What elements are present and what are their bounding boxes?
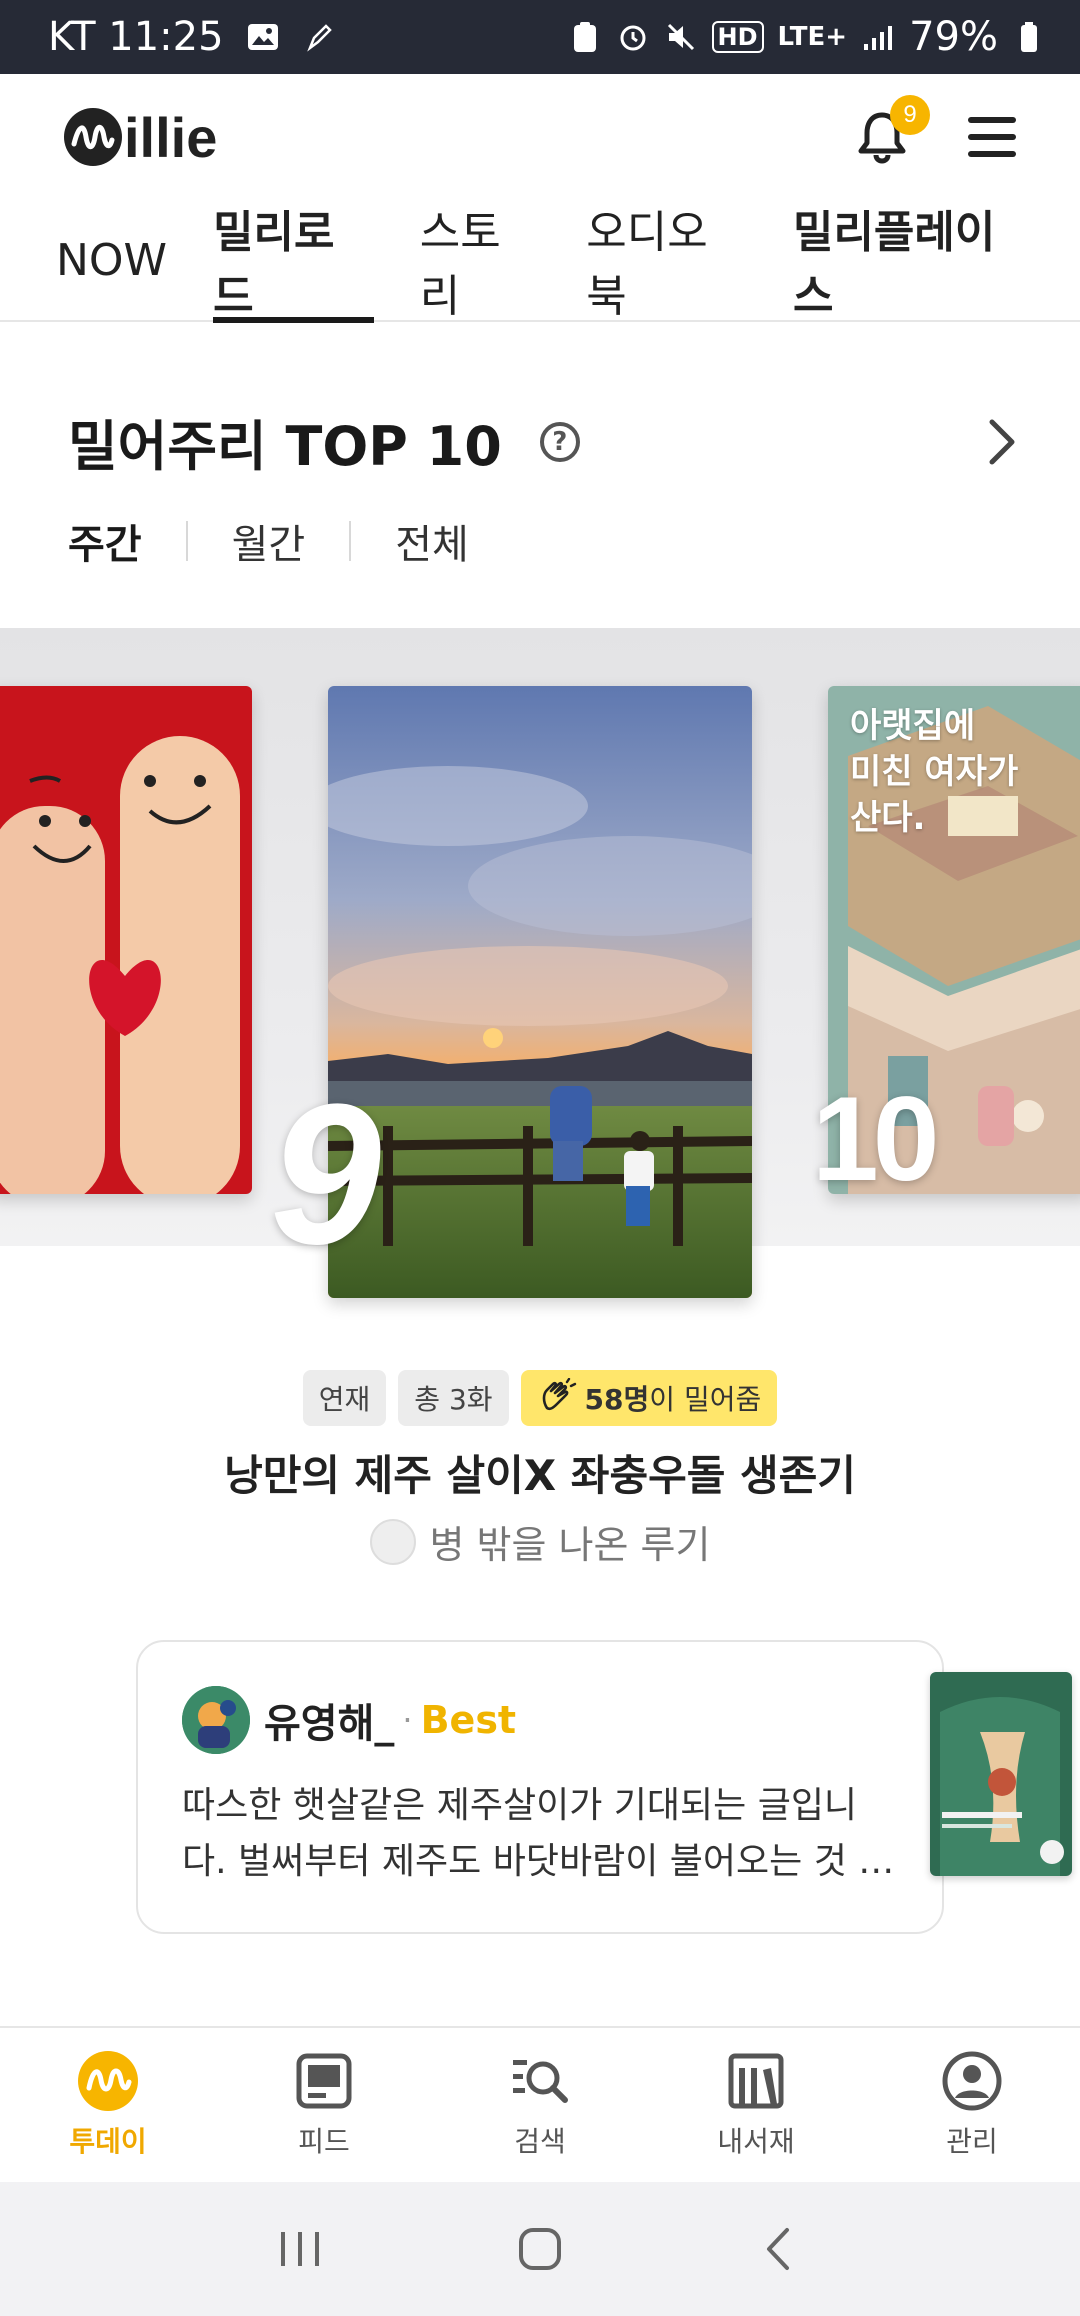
gallery-icon <box>246 20 280 54</box>
book-cover-current[interactable] <box>328 686 752 1298</box>
period-all[interactable]: 전체 <box>395 512 469 570</box>
jeju-sunset-image <box>328 686 752 1298</box>
menu-line <box>968 117 1016 123</box>
review-line: 따스한 햇살같은 제주살이가 기대되는 글입니 <box>182 1785 858 1826</box>
top-tabs: NOW 밀리로드 스토리 오디오북 밀리플레이스 <box>0 199 1080 323</box>
nav-today[interactable]: 투데이 <box>0 2028 216 2182</box>
mute-icon <box>664 20 698 54</box>
profile-icon <box>942 2051 1002 2111</box>
app-header: illie 9 <box>0 74 1080 200</box>
system-navigation-bar <box>0 2182 1080 2316</box>
author-name: 병 밖을 나온 루기 <box>429 1523 711 1567</box>
book-cover-prev[interactable] <box>0 686 252 1194</box>
chevron-right-icon <box>989 419 1015 465</box>
notification-button[interactable]: 9 <box>854 95 930 165</box>
review-card[interactable]: 유영해_ · Best 따스한 햇살같은 제주살이가 기대되는 글입니 다. 벌… <box>136 1640 944 1934</box>
reviewer-avatar <box>182 1686 250 1754</box>
tab-millie-road[interactable]: 밀리로드 <box>213 199 374 323</box>
nav-label: 관리 <box>946 2125 998 2158</box>
nav-label: 검색 <box>514 2125 566 2158</box>
clipboard-icon <box>568 20 602 54</box>
separator-dot: · <box>402 1701 413 1739</box>
recent-apps-icon[interactable] <box>275 2224 325 2274</box>
tab-audiobook[interactable]: 오디오북 <box>586 199 747 322</box>
battery-percent: 79% <box>909 14 998 60</box>
nav-label: 피드 <box>298 2125 350 2158</box>
period-filter: 주간 월간 전체 <box>68 512 469 570</box>
reviewer-name: 유영해_ <box>264 1701 395 1747</box>
logo-text: illie <box>124 105 218 169</box>
notification-badge: 9 <box>890 95 930 135</box>
tab-now[interactable]: NOW <box>56 199 167 321</box>
home-icon[interactable] <box>515 2224 565 2274</box>
tab-millie-place[interactable]: 밀리플레이스 <box>793 199 1034 322</box>
author-row[interactable]: 병 밖을 나온 루기 <box>0 1514 1080 1569</box>
nav-label: 투데이 <box>69 2125 147 2158</box>
signal-icon <box>861 20 895 54</box>
nav-search[interactable]: 검색 <box>432 2028 648 2182</box>
bottom-navigation: 투데이 피드 검색 내서재 관리 <box>0 2026 1080 2182</box>
feed-icon <box>296 2053 352 2109</box>
today-icon <box>78 2051 138 2111</box>
back-icon[interactable] <box>755 2224 805 2274</box>
section-more-button[interactable] <box>980 412 1024 472</box>
section-title-text: 밀어주리 TOP 10 <box>68 415 502 478</box>
library-icon <box>728 2053 784 2109</box>
period-monthly[interactable]: 월간 <box>232 512 306 570</box>
alarm-icon <box>616 20 650 54</box>
next-review-book-cover[interactable] <box>930 1672 1072 1876</box>
push-count-tag: 58명 이 밀어줌 <box>520 1370 778 1426</box>
divider <box>185 521 188 561</box>
rank-number-next: 10 <box>812 1072 940 1206</box>
menu-line <box>968 134 1016 140</box>
carrier-time: KT 11:25 <box>48 14 224 60</box>
push-suffix: 이 밀어줌 <box>649 1383 762 1416</box>
network-type: LTE+ <box>777 22 848 52</box>
nav-library[interactable]: 내서재 <box>648 2028 864 2182</box>
help-icon[interactable]: ? <box>539 421 580 462</box>
push-count: 58명 <box>584 1383 650 1416</box>
forest-book-image <box>930 1672 1072 1876</box>
menu-button[interactable] <box>968 117 1016 157</box>
best-badge: Best <box>420 1698 517 1742</box>
rank-number-current: 9 <box>270 1063 381 1286</box>
fingers-heart-image <box>0 686 252 1194</box>
nav-feed[interactable]: 피드 <box>216 2028 432 2182</box>
review-line: 다. 벌써부터 제주도 바닷바람이 불어오는 것 … <box>182 1841 895 1882</box>
millie-logo[interactable]: illie <box>64 105 217 170</box>
clap-hand-icon <box>542 1378 576 1411</box>
tag-serial: 연재 <box>302 1370 387 1426</box>
period-weekly[interactable]: 주간 <box>68 512 142 570</box>
review-text: 따스한 햇살같은 제주살이가 기대되는 글입니 다. 벌써부터 제주도 바닷바람… <box>182 1778 898 1890</box>
menu-line <box>968 151 1016 157</box>
logo-mark-icon <box>64 108 122 166</box>
section-title: 밀어주리 TOP 10 ? <box>68 402 580 481</box>
search-icon <box>513 2060 568 2103</box>
nav-manage[interactable]: 관리 <box>864 2028 1080 2182</box>
pen-icon <box>302 20 336 54</box>
nav-label: 내서재 <box>717 2125 795 2158</box>
hd-badge: HD <box>711 21 764 53</box>
book-title[interactable]: 낭만의 제주 살이X 좌충우돌 생존기 <box>0 1442 1080 1503</box>
cover-title-text: 아랫집에 미친 여자가 산다. <box>850 704 1018 842</box>
cover-title-line: 아랫집에 미친 여자가 산다. <box>850 706 1019 838</box>
author-avatar <box>369 1518 416 1565</box>
book-tags: 연재 총 3화 58명 이 밀어줌 <box>0 1370 1080 1426</box>
status-bar: KT 11:25 HD LTE+ 79% <box>0 0 1080 74</box>
divider <box>349 521 352 561</box>
tab-story[interactable]: 스토리 <box>420 199 541 322</box>
battery-icon <box>1012 20 1046 54</box>
tag-episodes: 총 3화 <box>398 1370 509 1426</box>
